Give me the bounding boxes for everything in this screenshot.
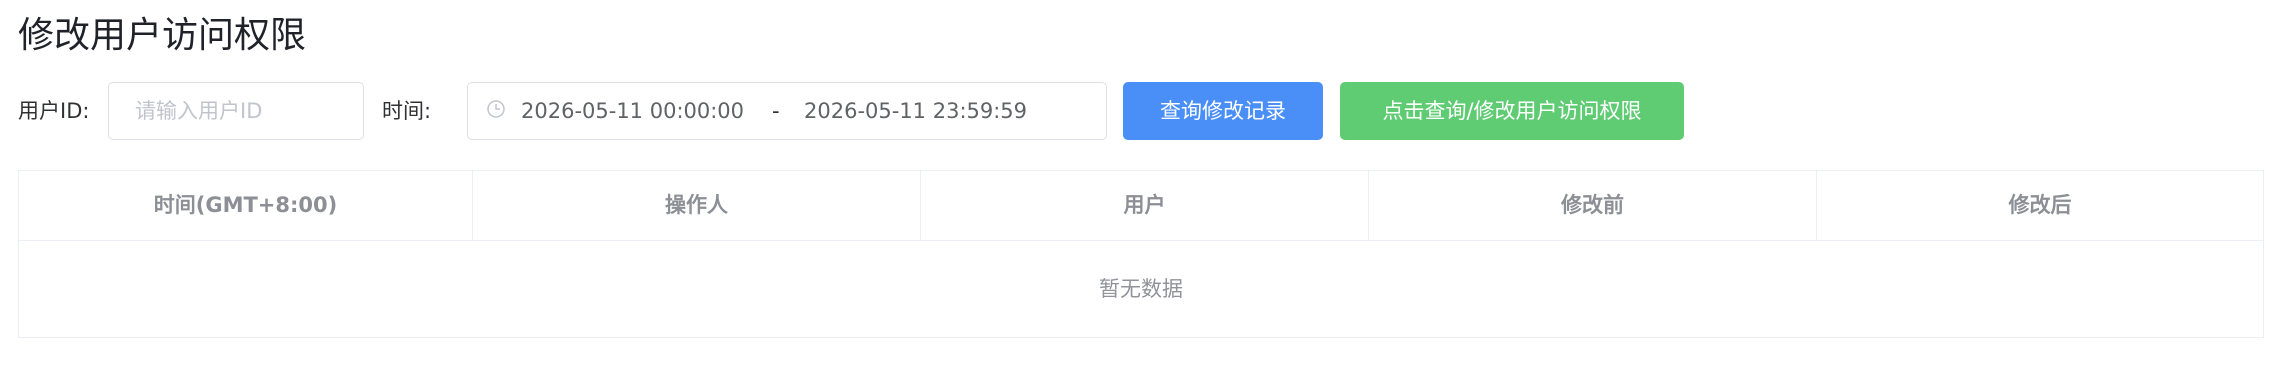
- page: 修改用户访问权限 用户ID: 时间: 2026-05-11 00:00:00 -…: [0, 0, 2282, 366]
- column-header-after: 修改后: [2008, 193, 2072, 217]
- table-header: 时间(GMT+8:00) 操作人 用户 修改前 修改后: [19, 171, 2263, 241]
- column-header-user: 用户: [921, 171, 1369, 240]
- query-modify-access-button[interactable]: 点击查询/修改用户访问权限: [1340, 82, 1684, 140]
- column-header-operator: 操作人: [473, 171, 921, 240]
- page-title: 修改用户访问权限: [18, 15, 307, 56]
- user-id-label: 用户ID:: [18, 99, 90, 123]
- column-header-before: 修改前: [1369, 171, 1817, 240]
- time-range-start[interactable]: 2026-05-11 00:00:00: [521, 83, 744, 139]
- time-label: 时间:: [382, 99, 432, 123]
- records-table: 时间(GMT+8:00) 操作人 用户 修改前 修改后 暂无数据: [18, 170, 2264, 338]
- query-records-button[interactable]: 查询修改记录: [1123, 82, 1323, 140]
- filter-bar: 用户ID: 时间: 2026-05-11 00:00:00 - 2026-05-…: [0, 82, 2282, 140]
- user-id-input[interactable]: [108, 82, 364, 140]
- clock-icon: [487, 100, 505, 118]
- column-header-time: 时间(GMT+8:00): [19, 171, 473, 240]
- time-range-separator: -: [772, 99, 780, 123]
- time-range-end[interactable]: 2026-05-11 23:59:59: [804, 83, 1027, 139]
- table-empty-text: 暂无数据: [1099, 277, 1183, 301]
- time-range-picker[interactable]: 2026-05-11 00:00:00 - 2026-05-11 23:59:5…: [467, 82, 1107, 140]
